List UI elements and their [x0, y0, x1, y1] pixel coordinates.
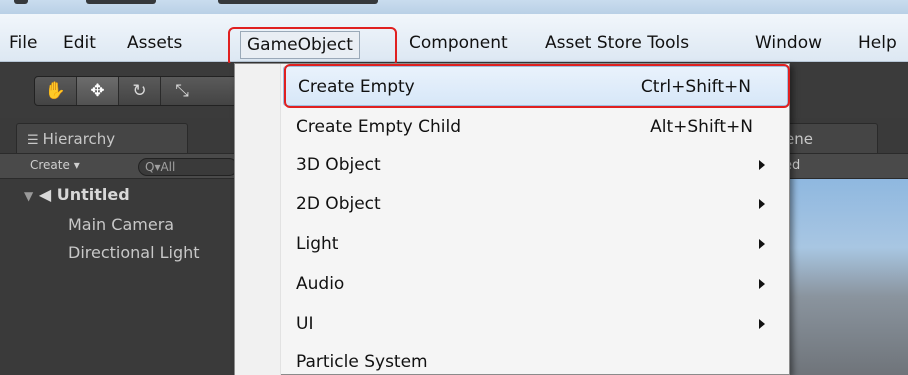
- gameobject-dropdown-menu: Create Empty Ctrl+Shift+N Create Empty C…: [234, 63, 790, 375]
- window-titlebar: [0, 0, 908, 14]
- tab-scene[interactable]: ene: [778, 123, 878, 153]
- menu-item-light[interactable]: Light: [282, 224, 789, 264]
- submenu-arrow-icon: [759, 319, 765, 329]
- hierarchy-search-input[interactable]: Q▾All: [138, 158, 238, 176]
- menu-item-label: 3D Object: [296, 155, 381, 175]
- menu-icon-gutter: [235, 64, 281, 375]
- menu-item-particle-system[interactable]: Particle System: [282, 342, 789, 375]
- hand-icon: ✋: [44, 81, 67, 101]
- menu-edit[interactable]: Edit: [63, 28, 96, 58]
- scene-viewport[interactable]: [778, 179, 908, 375]
- unity-scene-icon: ◀: [38, 185, 52, 204]
- submenu-arrow-icon: [759, 239, 765, 249]
- submenu-arrow-icon: [759, 279, 765, 289]
- menu-item-shortcut: Alt+Shift+N: [650, 117, 753, 137]
- submenu-arrow-icon: [759, 160, 765, 170]
- tab-hierarchy-label: Hierarchy: [42, 130, 116, 148]
- blurred-title-fragment: [218, 0, 378, 4]
- menu-file[interactable]: File: [9, 28, 37, 58]
- hierarchy-panel: ☰ Hierarchy Create ▾ Q▾All ▼ ◀ Untitled M…: [0, 118, 238, 375]
- menu-item-2d-object[interactable]: 2D Object: [282, 184, 789, 224]
- menu-item-label: Audio: [296, 274, 345, 294]
- create-dropdown-button[interactable]: Create ▾: [30, 158, 80, 172]
- menu-window[interactable]: Window: [755, 28, 822, 58]
- hierarchy-toolbar: Create ▾ Q▾All: [0, 153, 238, 179]
- scale-icon: ⤡: [175, 81, 189, 101]
- rotate-tool-button[interactable]: ↻: [119, 77, 161, 105]
- blurred-title-fragment: [14, 0, 28, 4]
- menu-bar: File Edit Assets GameObject Component As…: [0, 14, 908, 62]
- rotate-icon: ↻: [132, 81, 147, 101]
- menu-item-label: 2D Object: [296, 194, 381, 214]
- menu-item-audio[interactable]: Audio: [282, 264, 789, 304]
- menu-item-ui[interactable]: UI: [282, 304, 789, 344]
- menu-item-label: Create Empty Child: [296, 117, 461, 137]
- scene-name: Untitled: [56, 185, 130, 204]
- move-icon: ✥: [90, 81, 105, 101]
- move-tool-button[interactable]: ✥: [77, 77, 119, 105]
- menu-item-label: Create Empty: [298, 77, 415, 97]
- scale-tool-button[interactable]: ⤡: [161, 77, 203, 105]
- expand-triangle-icon[interactable]: ▼: [24, 189, 33, 203]
- menu-component[interactable]: Component: [409, 28, 508, 58]
- hierarchy-item-directional-light[interactable]: Directional Light: [68, 243, 200, 262]
- menu-item-shortcut: Ctrl+Shift+N: [640, 77, 751, 97]
- menu-assets[interactable]: Assets: [127, 28, 182, 58]
- tab-hierarchy[interactable]: ☰ Hierarchy: [16, 123, 188, 153]
- menu-item-label: Light: [296, 234, 339, 254]
- menu-item-create-empty-child[interactable]: Create Empty Child Alt+Shift+N: [282, 107, 789, 147]
- menu-item-label: UI: [296, 314, 314, 334]
- transform-tools: ✋ ✥ ↻ ⤡: [34, 76, 244, 106]
- submenu-arrow-icon: [759, 199, 765, 209]
- menu-item-label: Particle System: [296, 352, 428, 372]
- hierarchy-item-main-camera[interactable]: Main Camera: [68, 215, 174, 234]
- scene-root-row[interactable]: ▼ ◀ Untitled: [24, 185, 130, 204]
- menu-item-create-empty[interactable]: Create Empty Ctrl+Shift+N: [283, 66, 788, 106]
- hand-tool-button[interactable]: ✋: [35, 77, 77, 105]
- scene-view-toolbar[interactable]: ed: [778, 153, 908, 179]
- menu-asset-store-tools[interactable]: Asset Store Tools: [545, 28, 689, 58]
- menu-help[interactable]: Help: [858, 28, 897, 58]
- blurred-title-fragment: [86, 0, 156, 4]
- menu-gameobject[interactable]: GameObject: [240, 31, 360, 59]
- menu-item-3d-object[interactable]: 3D Object: [282, 145, 789, 185]
- list-icon: ☰: [27, 133, 39, 148]
